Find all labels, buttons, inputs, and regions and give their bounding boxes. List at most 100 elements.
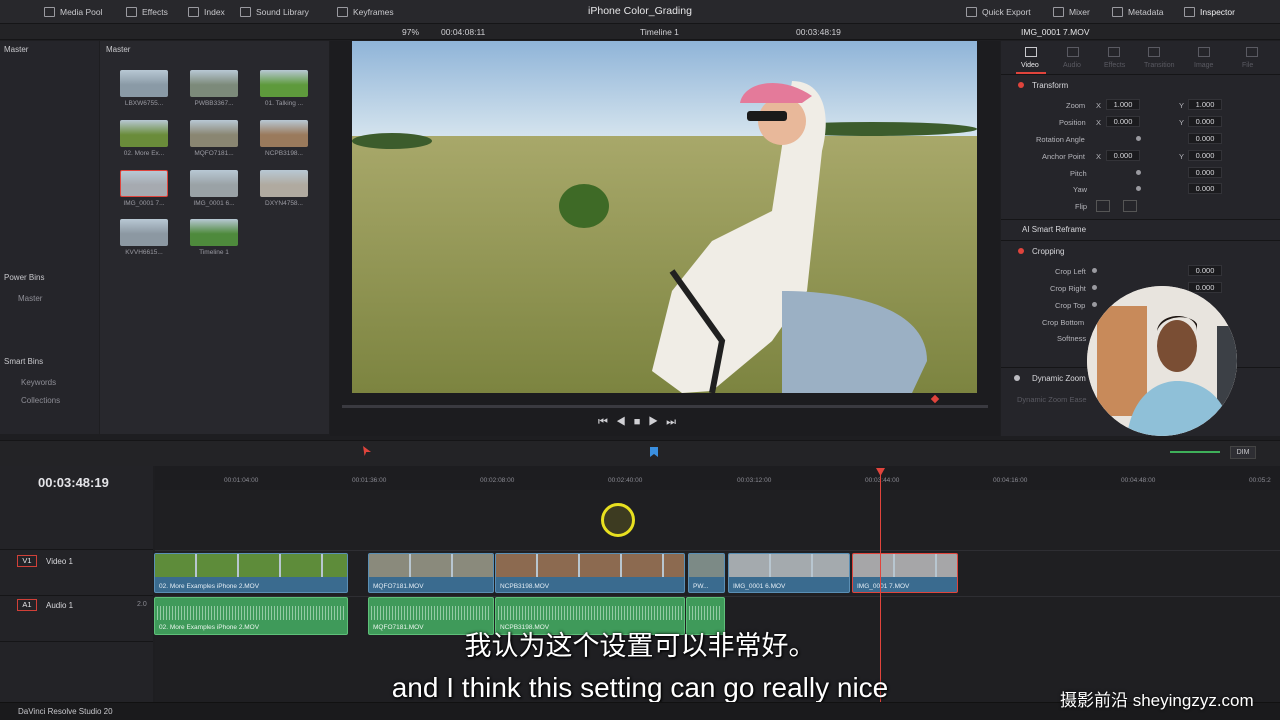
media-clip-label: 01. Talking ... (264, 100, 304, 107)
mixer-button[interactable]: Mixer (1053, 0, 1090, 24)
audio-level-slider[interactable] (1170, 451, 1220, 453)
keyframes-icon (337, 7, 348, 17)
anchor-y-field[interactable]: 0.000 (1188, 150, 1222, 161)
ruler-tick-label: 00:01:36:00 (352, 477, 387, 484)
presenter-video (1087, 286, 1237, 436)
timeline-playhead[interactable] (880, 470, 881, 702)
inspector-button[interactable]: Inspector (1184, 0, 1235, 24)
position-y-field[interactable]: 0.000 (1188, 116, 1222, 127)
inspector-tab-effects[interactable]: Effects (1104, 62, 1125, 69)
zoom-x-axis: X (1096, 101, 1102, 110)
index-icon (188, 7, 199, 17)
viewer-scrubber[interactable] (342, 405, 988, 408)
collections-bin[interactable]: Collections (21, 396, 60, 405)
sound-library-icon (240, 7, 251, 17)
watermark: 摄影前沿 sheyingzyz.com (1060, 691, 1254, 710)
media-clip-thumbnail[interactable] (260, 70, 308, 97)
quick-export-button[interactable]: Quick Export (966, 0, 1031, 24)
media-clip-thumbnail[interactable] (260, 120, 308, 147)
keyframes-button[interactable]: Keyframes (337, 0, 394, 24)
rotation-field[interactable]: 0.000 (1188, 133, 1222, 144)
media-clip-thumbnail[interactable] (190, 120, 238, 147)
crop-left-field[interactable]: 0.000 (1188, 265, 1222, 276)
timeline-ruler[interactable] (155, 466, 1280, 490)
crop-right-field[interactable]: 0.000 (1188, 282, 1222, 293)
cropping-enabled[interactable] (1018, 248, 1024, 254)
media-clip-thumbnail[interactable] (190, 219, 238, 246)
video-track-header: V1 Video 1 (0, 550, 153, 596)
metadata-button[interactable]: Metadata (1112, 0, 1163, 24)
v1-track-button[interactable]: V1 (17, 555, 37, 567)
a1-track-button[interactable]: A1 (17, 599, 37, 611)
media-clip-label: MQFO7181... (194, 150, 234, 157)
inspector-tab-icon (1198, 47, 1210, 57)
dim-button[interactable]: DIM (1230, 446, 1256, 459)
media-clip-label: IMG_0001 6... (193, 200, 235, 207)
crop-left-slider[interactable] (1092, 268, 1097, 273)
master-bin[interactable]: Master (4, 45, 28, 54)
zoom-y-field[interactable]: 1.000 (1188, 99, 1222, 110)
ruler-tick-label: 00:02:08:00 (480, 477, 515, 484)
rotation-slider[interactable] (1136, 136, 1141, 141)
crop-left-label: Crop Left (1055, 267, 1086, 276)
yaw-label: Yaw (1073, 185, 1088, 194)
power-bins-master[interactable]: Master (18, 294, 42, 303)
effects-button[interactable]: Effects (126, 0, 168, 24)
media-clip-thumbnail[interactable] (120, 219, 168, 246)
crop-right-label: Crop Right (1050, 284, 1086, 293)
zoom-x-field[interactable]: 1.000 (1106, 99, 1140, 110)
inspector-tab-icon (1025, 47, 1037, 57)
inspector-tab-file[interactable]: File (1242, 62, 1253, 69)
media-clip-thumbnail[interactable] (190, 170, 238, 197)
ruler-tick-label: 00:04:48:00 (1121, 477, 1156, 484)
timeline-toolbar (0, 440, 1280, 466)
cropping-header: Cropping (1032, 247, 1065, 256)
yaw-slider[interactable] (1136, 186, 1141, 191)
crop-top-slider[interactable] (1092, 302, 1097, 307)
media-clip-thumbnail[interactable] (120, 120, 168, 147)
media-pool-button[interactable]: Media Pool (44, 0, 103, 24)
timeline-selector[interactable]: Timeline 1 (640, 27, 679, 37)
video-clip[interactable]: MQFO7181.MOV (368, 553, 494, 593)
pitch-slider[interactable] (1136, 170, 1141, 175)
top-toolbar: Media Pool Effects Index Sound Library K… (0, 0, 1280, 24)
video-viewer[interactable] (352, 41, 977, 393)
video-clip[interactable]: IMG_0001 6.MOV (728, 553, 850, 593)
flip-horizontal-button[interactable] (1096, 200, 1110, 212)
inspector-tab-audio[interactable]: Audio (1063, 62, 1081, 69)
inspector-tab-transition[interactable]: Transition (1144, 62, 1174, 69)
crop-right-slider[interactable] (1092, 285, 1097, 290)
media-pool-icon (44, 7, 55, 17)
flip-label: Flip (1075, 202, 1088, 211)
media-clip-thumbnail[interactable] (120, 70, 168, 97)
audio-track-level: 2.0 (137, 601, 147, 608)
yaw-field[interactable]: 0.000 (1188, 183, 1222, 194)
sound-library-button[interactable]: Sound Library (240, 0, 309, 24)
clip-thumbnails (496, 554, 684, 577)
transform-enabled[interactable] (1018, 82, 1024, 88)
media-clip-thumbnail[interactable] (260, 170, 308, 197)
flip-vertical-button[interactable] (1123, 200, 1137, 212)
index-button[interactable]: Index (188, 0, 225, 24)
dynamic-zoom-toggle[interactable] (1014, 375, 1020, 381)
inspector-tab-icon (1108, 47, 1120, 57)
media-clip-thumbnail[interactable] (190, 70, 238, 97)
zoom-level[interactable]: 97% (402, 27, 419, 37)
inspector-tab-video[interactable]: Video (1021, 62, 1039, 69)
inspector-divider (1001, 74, 1280, 75)
video-clip[interactable]: 02. More Examples iPhone 2.MOV (154, 553, 348, 593)
inspector-tab-image[interactable]: Image (1194, 62, 1213, 69)
zoom-y-axis: Y (1179, 101, 1185, 110)
video-clip[interactable]: NCPB3198.MOV (495, 553, 685, 593)
transport-controls[interactable]: ⏮◀■▶⏭ (598, 416, 684, 429)
keywords-bin[interactable]: Keywords (21, 378, 56, 387)
anchor-x-field[interactable]: 0.000 (1106, 150, 1140, 161)
media-clip-label: DXYN4758... (265, 200, 303, 207)
media-clip-thumbnail[interactable] (120, 170, 168, 197)
project-title: iPhone Color_Grading (588, 5, 692, 17)
ai-smart-reframe-header[interactable]: AI Smart Reframe (1022, 225, 1086, 234)
pitch-field[interactable]: 0.000 (1188, 167, 1222, 178)
video-clip[interactable]: IMG_0001 7.MOV (852, 553, 958, 593)
video-clip[interactable]: PW... (688, 553, 725, 593)
position-x-field[interactable]: 0.000 (1106, 116, 1140, 127)
